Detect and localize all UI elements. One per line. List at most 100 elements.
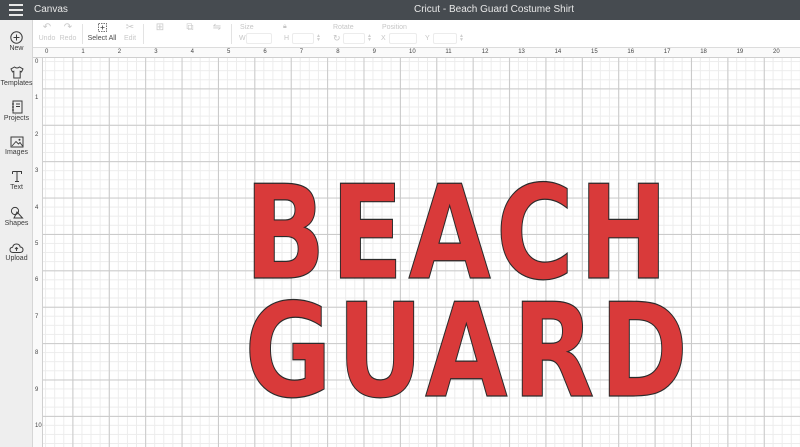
size-height-input[interactable] [292,33,314,44]
size-h-letter: H [284,35,290,42]
position-y-letter: Y [425,35,430,42]
align-icon: ⊞ [155,22,165,33]
sidebar-item-shapes[interactable]: Shapes [0,206,33,227]
shapes-icon [10,206,24,219]
toolbar-divider [143,24,144,44]
ruler-number: 0 [35,59,39,65]
toolbar: ↶ Undo ↷ Redo Select All ✂ Edit ⊞ ⧉ ⇋ Si… [33,20,800,48]
document-title: Cricut - Beach Guard Costume Shirt [413,4,575,15]
ruler-number: 4 [190,49,194,55]
edit-button[interactable]: ✂ Edit [119,20,141,48]
image-icon [10,136,23,148]
ruler-number: 14 [554,49,562,55]
size-width-input[interactable] [246,33,272,44]
ruler-number: 0 [45,49,49,55]
sidebar-label-new: New [9,45,24,52]
sidebar-label-images: Images [5,149,28,156]
ruler-number: 1 [81,49,85,55]
ruler-number: 3 [154,49,158,55]
ruler-number: 8 [35,350,39,357]
sidebar-label-shapes: Shapes [4,220,29,227]
position-y-input[interactable] [433,33,457,44]
sidebar-label-templates: Templates [0,80,33,87]
toolbar-divider [231,24,232,44]
redo-label: Redo [59,35,77,42]
ruler-number: 12 [481,49,489,55]
ruler-number: 9 [35,386,39,393]
sidebar-item-text[interactable]: Text [0,170,33,191]
redo-icon: ↷ [63,22,73,33]
ruler-number: 2 [35,131,39,138]
cloud-upload-icon [9,243,24,253]
text-guard[interactable]: GUARD [244,285,689,416]
flip-button[interactable]: ⇋ [205,20,229,48]
sidebar-item-templates[interactable]: Templates [0,66,33,87]
ruler-number: 19 [736,49,744,55]
redo-button[interactable]: ↷ Redo [57,20,79,48]
ruler-number: 1 [35,95,39,102]
sidebar-label-upload: Upload [5,255,28,262]
document-title-wrap: Cricut - Beach Guard Costume Shirt [0,4,800,15]
ruler-number: 20 [773,49,780,55]
ruler-number: 3 [35,168,39,175]
sidebar-item-new[interactable]: New [0,31,33,52]
ruler-number: 5 [35,241,39,247]
rotate-label: Rotate [333,24,354,31]
rotate-icon: ↻ [333,33,341,43]
position-label: Position [382,24,407,31]
tshirt-icon [9,66,24,79]
position-x-input[interactable] [389,33,417,44]
notebook-icon [11,100,22,114]
ruler-number: 6 [263,49,267,55]
arrange-button[interactable]: ⧉ [177,20,203,48]
sidebar-item-images[interactable]: Images [0,136,33,156]
ruler-number: 10 [409,49,416,55]
ruler-number: 7 [299,49,304,55]
sidebar-label-projects: Projects [3,115,30,122]
rotate-input[interactable] [343,33,365,44]
ruler-number: 11 [445,49,452,55]
ruler-number: 15 [591,49,598,55]
ruler-number: 6 [35,277,39,284]
horizontal-ruler: 0 1 2 3 4 5 6 7 8 9 10 11 12 13 14 15 16 17 18 19 20 [33,48,800,58]
ruler-number: 9 [372,49,376,55]
edit-label: Edit [123,35,137,42]
ruler-number: 4 [35,204,39,211]
size-stepper[interactable]: ▲ ▼ [316,34,321,43]
arrange-icon: ⧉ [186,22,194,33]
sidebar-label-text: Text [10,184,23,191]
undo-label: Undo [38,35,56,42]
text-icon [11,171,22,182]
ruler-number: 7 [35,313,39,320]
ruler-number: 17 [663,49,671,55]
ruler-number: 18 [700,49,707,55]
lock-icon[interactable]: 🔒︎ [283,23,287,31]
ruler-number: 10 [35,423,42,429]
top-bar: Canvas Cricut - Beach Guard Costume Shir… [0,0,800,20]
design-canvas[interactable]: BEACH GUARD [43,58,800,447]
align-button[interactable]: ⊞ [147,20,173,48]
position-x-letter: X [381,35,386,42]
vertical-ruler: 0 1 2 3 4 5 6 7 8 9 10 [33,58,43,447]
scissors-icon: ✂ [125,22,135,33]
size-w-letter: W [239,35,246,42]
select-all-label: Select All [87,35,117,42]
toolbar-divider [82,24,83,44]
select-all-icon [85,20,119,35]
left-sidebar: New Templates Projects Images Text Shape… [0,20,33,447]
undo-icon: ↶ [42,22,52,33]
rotate-stepper[interactable]: ▲ ▼ [367,34,372,43]
ruler-number: 2 [117,49,122,55]
plus-circle-icon [10,31,23,44]
ruler-number: 5 [227,49,231,55]
ruler-number: 13 [518,49,525,55]
position-stepper[interactable]: ▲ ▼ [459,34,464,43]
ruler-number: 8 [336,49,340,55]
undo-button[interactable]: ↶ Undo [36,20,58,48]
select-all-button[interactable]: Select All [85,20,119,48]
sidebar-item-upload[interactable]: Upload [0,242,33,262]
size-label: Size [240,24,254,31]
flip-icon: ⇋ [212,22,222,33]
sidebar-item-projects[interactable]: Projects [0,100,33,122]
ruler-number: 16 [627,49,635,55]
